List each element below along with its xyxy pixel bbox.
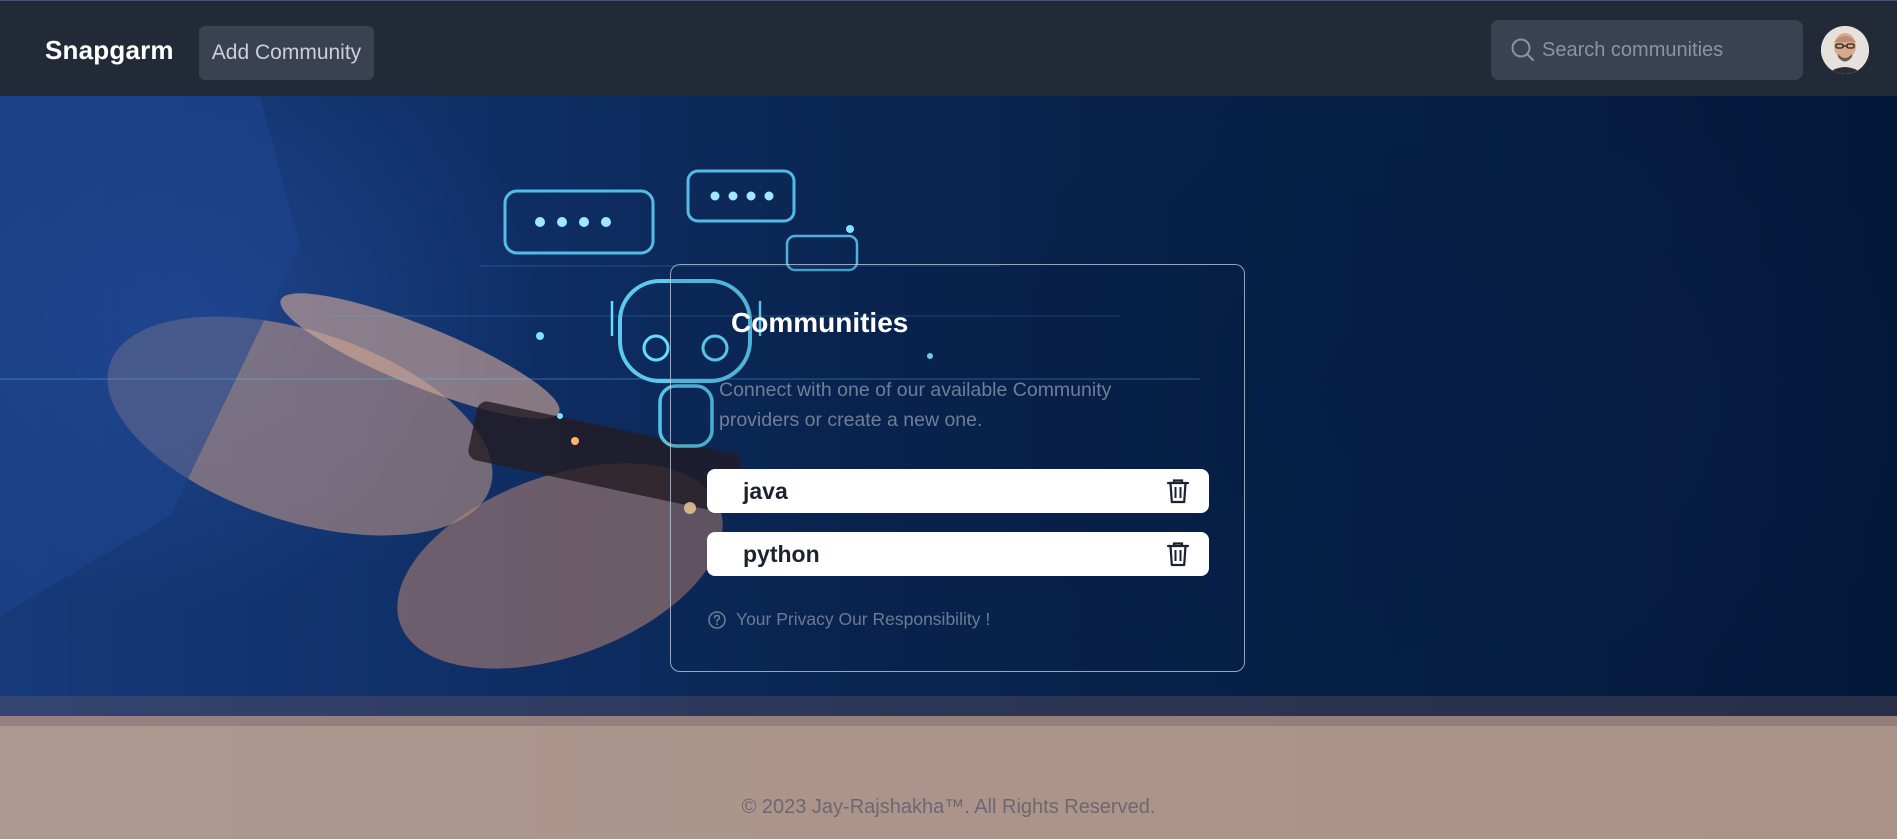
question-circle-icon [708, 610, 726, 629]
top-navbar: Snapgarm Add Community [0, 0, 1897, 96]
footer-copyright: © 2023 Jay-Rajshakha™. All Rights Reserv… [741, 796, 1156, 818]
community-item-python[interactable]: python [707, 532, 1209, 576]
community-name[interactable]: java [743, 478, 788, 505]
search-input[interactable] [1542, 20, 1792, 80]
card-title: Communities [731, 307, 909, 338]
trash-icon[interactable] [1163, 539, 1193, 569]
privacy-note: Your Privacy Our Responsibility ! [707, 609, 990, 630]
search-icon [1511, 38, 1534, 61]
communities-card: Communities Connect with one of our avai… [670, 264, 1245, 672]
community-item-java[interactable]: java [707, 469, 1209, 513]
avatar-image [1821, 26, 1869, 74]
add-community-button[interactable]: Add Community [199, 26, 374, 80]
brand-logo-text[interactable]: Snapgarm [45, 35, 174, 66]
trash-icon[interactable] [1163, 476, 1193, 506]
community-name[interactable]: python [743, 541, 820, 568]
privacy-text: Your Privacy Our Responsibility ! [736, 609, 991, 629]
user-avatar[interactable] [1821, 26, 1869, 74]
card-description: Connect with one of our available Commun… [719, 379, 1112, 431]
search-box[interactable] [1491, 20, 1803, 80]
